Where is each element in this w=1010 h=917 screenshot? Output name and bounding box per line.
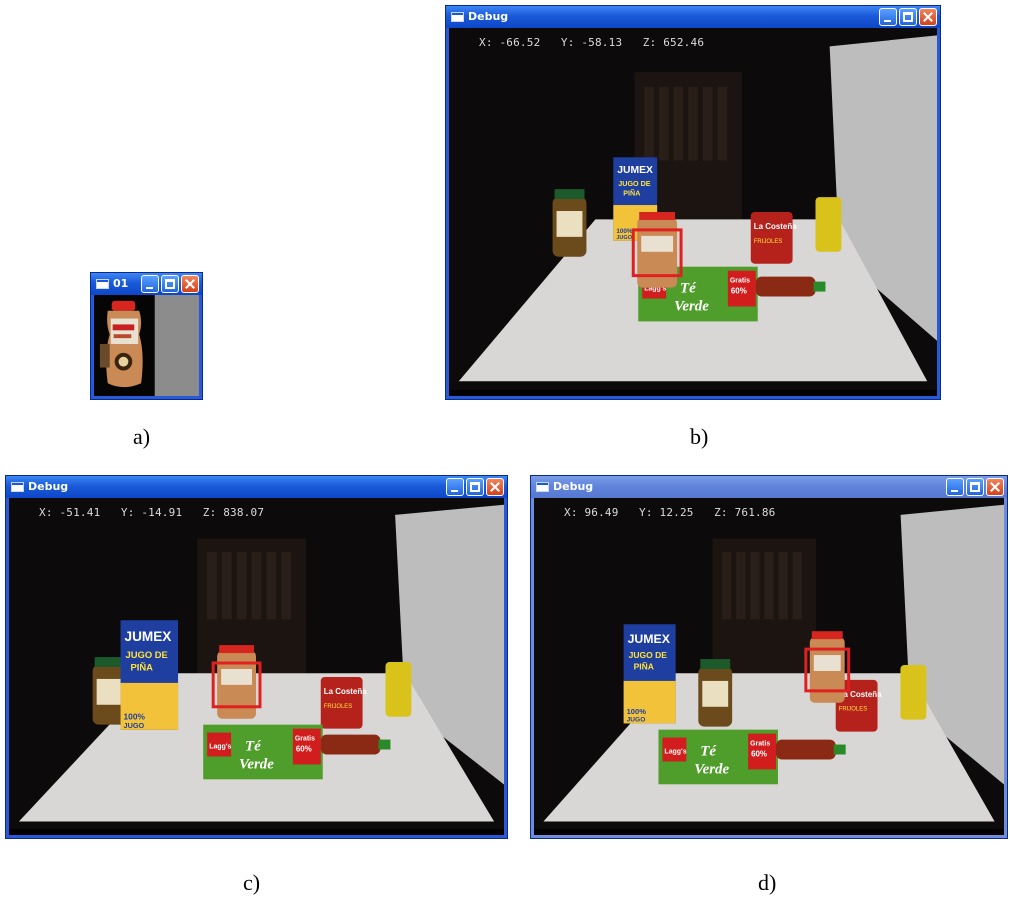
lagg-label: Lagg's (664, 748, 686, 755)
frijoles-label: FRIJOLES (754, 239, 783, 245)
te-label: Té (700, 743, 717, 759)
costena-label: La Costeña (324, 687, 367, 696)
gratis-pct-label: 60% (751, 749, 767, 758)
te-label: Té (245, 739, 262, 755)
pina-label: PIÑA (623, 188, 640, 197)
camera-scene-image: JUMEXJUGO DEPIÑA100%JUGOLa CosteñaFRIJOL… (9, 498, 504, 835)
gratis-label: Gratis (295, 736, 315, 743)
gratis-pct-label: 60% (731, 287, 747, 296)
close-button[interactable] (486, 478, 504, 496)
caption-b: b) (690, 424, 709, 449)
coordinates-readout: X: -51.41 Y: -14.91 Z: 838.07 (39, 506, 265, 519)
window-icon (536, 482, 549, 492)
template-image-area (94, 295, 199, 396)
pina-label: PIÑA (634, 662, 654, 672)
coordinates-readout: X: -66.52 Y: -58.13 Z: 652.46 (479, 36, 705, 49)
jumex-label: JUMEX (628, 632, 671, 646)
jugo-label: JUGO DE (618, 180, 650, 188)
window-icon (11, 482, 24, 492)
lagg-label: Lagg's (209, 744, 231, 751)
close-button[interactable] (986, 478, 1004, 496)
title-bar[interactable]: Debug (531, 476, 1007, 498)
title-bar[interactable]: Debug (6, 476, 507, 498)
caption-c: c) (243, 870, 261, 895)
costena-label: La Costeña (754, 222, 797, 231)
camera-scene-image: JUMEX JUGO DEPIÑA 100%JUGO La Costeña FRIJOL… (449, 28, 937, 396)
title-bar[interactable]: Debug (446, 6, 940, 28)
window-title: Debug (553, 480, 594, 493)
debug-window-c: Debug JUMEX JUGO DE PIÑA 100% JUGO La Costeña… (5, 475, 508, 839)
jugo-word-label: JUGO (627, 717, 646, 724)
template-jar-image (94, 295, 199, 396)
jugo-pct-label: 100% (627, 707, 647, 716)
gratis-label: Gratis (750, 741, 770, 748)
jumex-label: JUMEX (125, 629, 172, 644)
minimize-button[interactable] (879, 8, 897, 26)
verde-label: Verde (239, 756, 274, 772)
maximize-button[interactable] (966, 478, 984, 496)
verde-label: Verde (694, 761, 729, 777)
verde-label: Verde (674, 298, 709, 314)
jugo-label: JUGO DE (126, 649, 168, 660)
object-template-window: 01 (90, 272, 203, 400)
coordinates-readout: X: 96.49 Y: 12.25 Z: 761.86 (564, 506, 776, 519)
debug-window-b: Debug JUMEX JUGO DE PIÑA 100% JUGO La Costeña… (445, 5, 941, 400)
jugo-word-label: JUGO (124, 721, 145, 730)
gratis-pct-label: 60% (296, 745, 312, 754)
maximize-button[interactable] (466, 478, 484, 496)
caption-a: a) (133, 424, 151, 449)
close-button[interactable] (181, 275, 199, 293)
minimize-button[interactable] (946, 478, 964, 496)
debug-window-d: Debug JUMEX JUGO DE PIÑA 100% JUGO La Costeña… (530, 475, 1008, 839)
pina-label: PIÑA (131, 661, 154, 672)
minimize-button[interactable] (141, 275, 159, 293)
caption-d: d) (758, 870, 777, 895)
window-title: Debug (28, 480, 69, 493)
window-icon (451, 12, 464, 22)
window-icon (96, 279, 109, 289)
title-bar[interactable]: 01 (91, 273, 202, 295)
maximize-button[interactable] (161, 275, 179, 293)
gratis-label: Gratis (730, 278, 750, 285)
camera-scene-image: JUMEXJUGO DEPIÑA100%JUGOLa CosteñaFRIJOL… (534, 498, 1004, 835)
window-title: Debug (468, 10, 509, 23)
window-title: 01 (113, 277, 129, 290)
maximize-button[interactable] (899, 8, 917, 26)
frijoles-label: FRIJOLES (324, 704, 353, 710)
jugo-word-label: JUGO (616, 235, 632, 241)
close-button[interactable] (919, 8, 937, 26)
te-label: Té (680, 281, 697, 297)
jumex-label: JUMEX (617, 165, 653, 176)
camera-view: JUMEX JUGO DE PIÑA 100% JUGO La Costeña FRIJOL… (534, 498, 1004, 835)
jugo-label: JUGO DE (629, 650, 668, 660)
camera-view: JUMEX JUGO DE PIÑA 100% JUGO La Costeña FRIJOL… (449, 28, 937, 396)
minimize-button[interactable] (446, 478, 464, 496)
frijoles-label: FRIJOLES (839, 707, 868, 713)
camera-view: JUMEX JUGO DE PIÑA 100% JUGO La Costeña FRIJOL… (9, 498, 504, 835)
jugo-pct-label: 100% (616, 228, 633, 235)
